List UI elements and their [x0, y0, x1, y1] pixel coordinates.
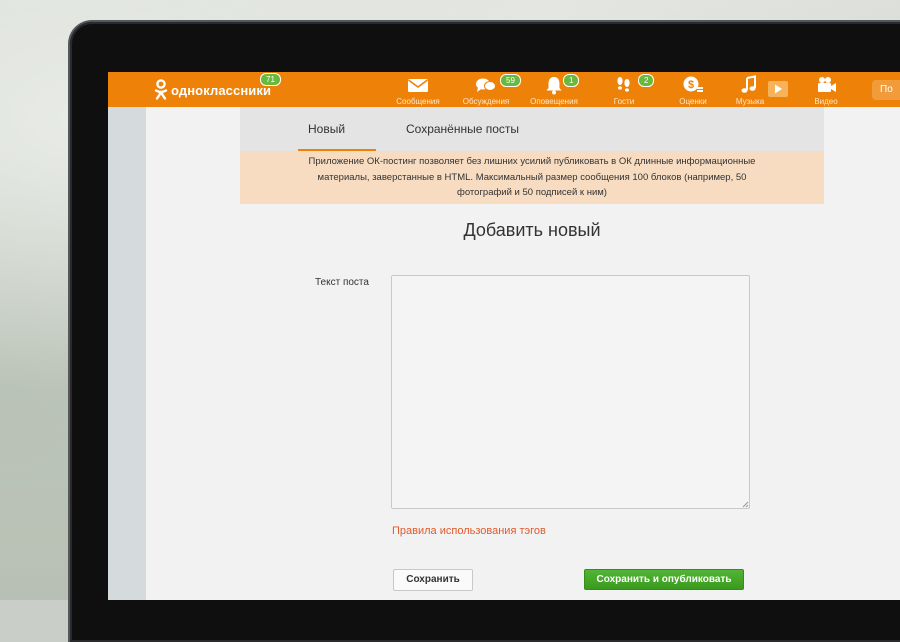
nav-messages[interactable]: Сообщения: [388, 75, 448, 106]
form-title: Добавить новый: [463, 220, 601, 240]
play-icon: [775, 84, 782, 94]
music-play-button[interactable]: [768, 81, 788, 97]
tab-bar: Новый пост Сохранённые посты: [240, 107, 824, 180]
left-sidebar-strip: [108, 107, 146, 600]
nav-notifications-label: Оповещения: [530, 97, 578, 106]
notice-line-3: фотографий и 50 подписей к ним): [457, 187, 607, 198]
post-text-input[interactable]: [391, 275, 750, 509]
browser-screen: одноклассники 71 Сообщения Обсуждения 59: [108, 72, 900, 600]
nav-video-label: Видео: [814, 97, 838, 106]
notice-line-1: Приложение ОК-постинг позволяет без лишн…: [308, 156, 756, 167]
discussions-badge: 59: [500, 74, 521, 87]
notice-line-2: материалы, заверстанные в HTML. Максимал…: [317, 171, 747, 183]
guests-badge: 2: [638, 74, 655, 87]
nav-ratings[interactable]: $ Оценки: [663, 75, 723, 106]
mail-icon: [408, 79, 428, 92]
resize-grip-icon[interactable]: [742, 501, 749, 508]
notifications-badge: 1: [563, 74, 580, 87]
top-right-button[interactable]: По: [872, 80, 900, 100]
video-camera-icon: [818, 77, 836, 92]
music-icon: [741, 75, 756, 93]
info-notice: Приложение ОК-постинг позволяет без лишн…: [240, 151, 824, 204]
nav-guests-label: Гости: [613, 97, 635, 106]
nav-discussions-label: Обсуждения: [462, 97, 510, 106]
nav-messages-label: Сообщения: [396, 97, 440, 106]
nav-ratings-label: Оценки: [679, 97, 707, 106]
ok-logo[interactable]: одноклассники: [154, 78, 271, 102]
tab-new-post[interactable]: Новый пост: [298, 107, 376, 180]
post-text-label: Текст поста: [315, 277, 369, 288]
nav-music-label: Музыка: [735, 97, 765, 106]
logo-badge: 71: [260, 73, 281, 86]
tag-rules-link[interactable]: Правила использования тэгов: [392, 525, 546, 537]
coin-icon: $: [683, 76, 703, 92]
save-button[interactable]: Сохранить: [393, 569, 473, 591]
top-navigation-bar: одноклассники 71 Сообщения Обсуждения 59: [108, 72, 900, 107]
ok-logo-icon: [154, 79, 168, 100]
nav-video[interactable]: Видео: [796, 75, 856, 106]
footprints-icon: [617, 77, 630, 92]
logo-text: одноклассники: [171, 82, 272, 98]
tab-saved-posts[interactable]: Сохранённые посты: [406, 107, 519, 151]
svg-text:$: $: [688, 79, 694, 91]
app-content: Новый пост Сохранённые посты Приложение …: [146, 107, 900, 600]
save-and-publish-button[interactable]: Сохранить и опубликовать: [584, 569, 744, 590]
chat-icon: [476, 78, 496, 92]
